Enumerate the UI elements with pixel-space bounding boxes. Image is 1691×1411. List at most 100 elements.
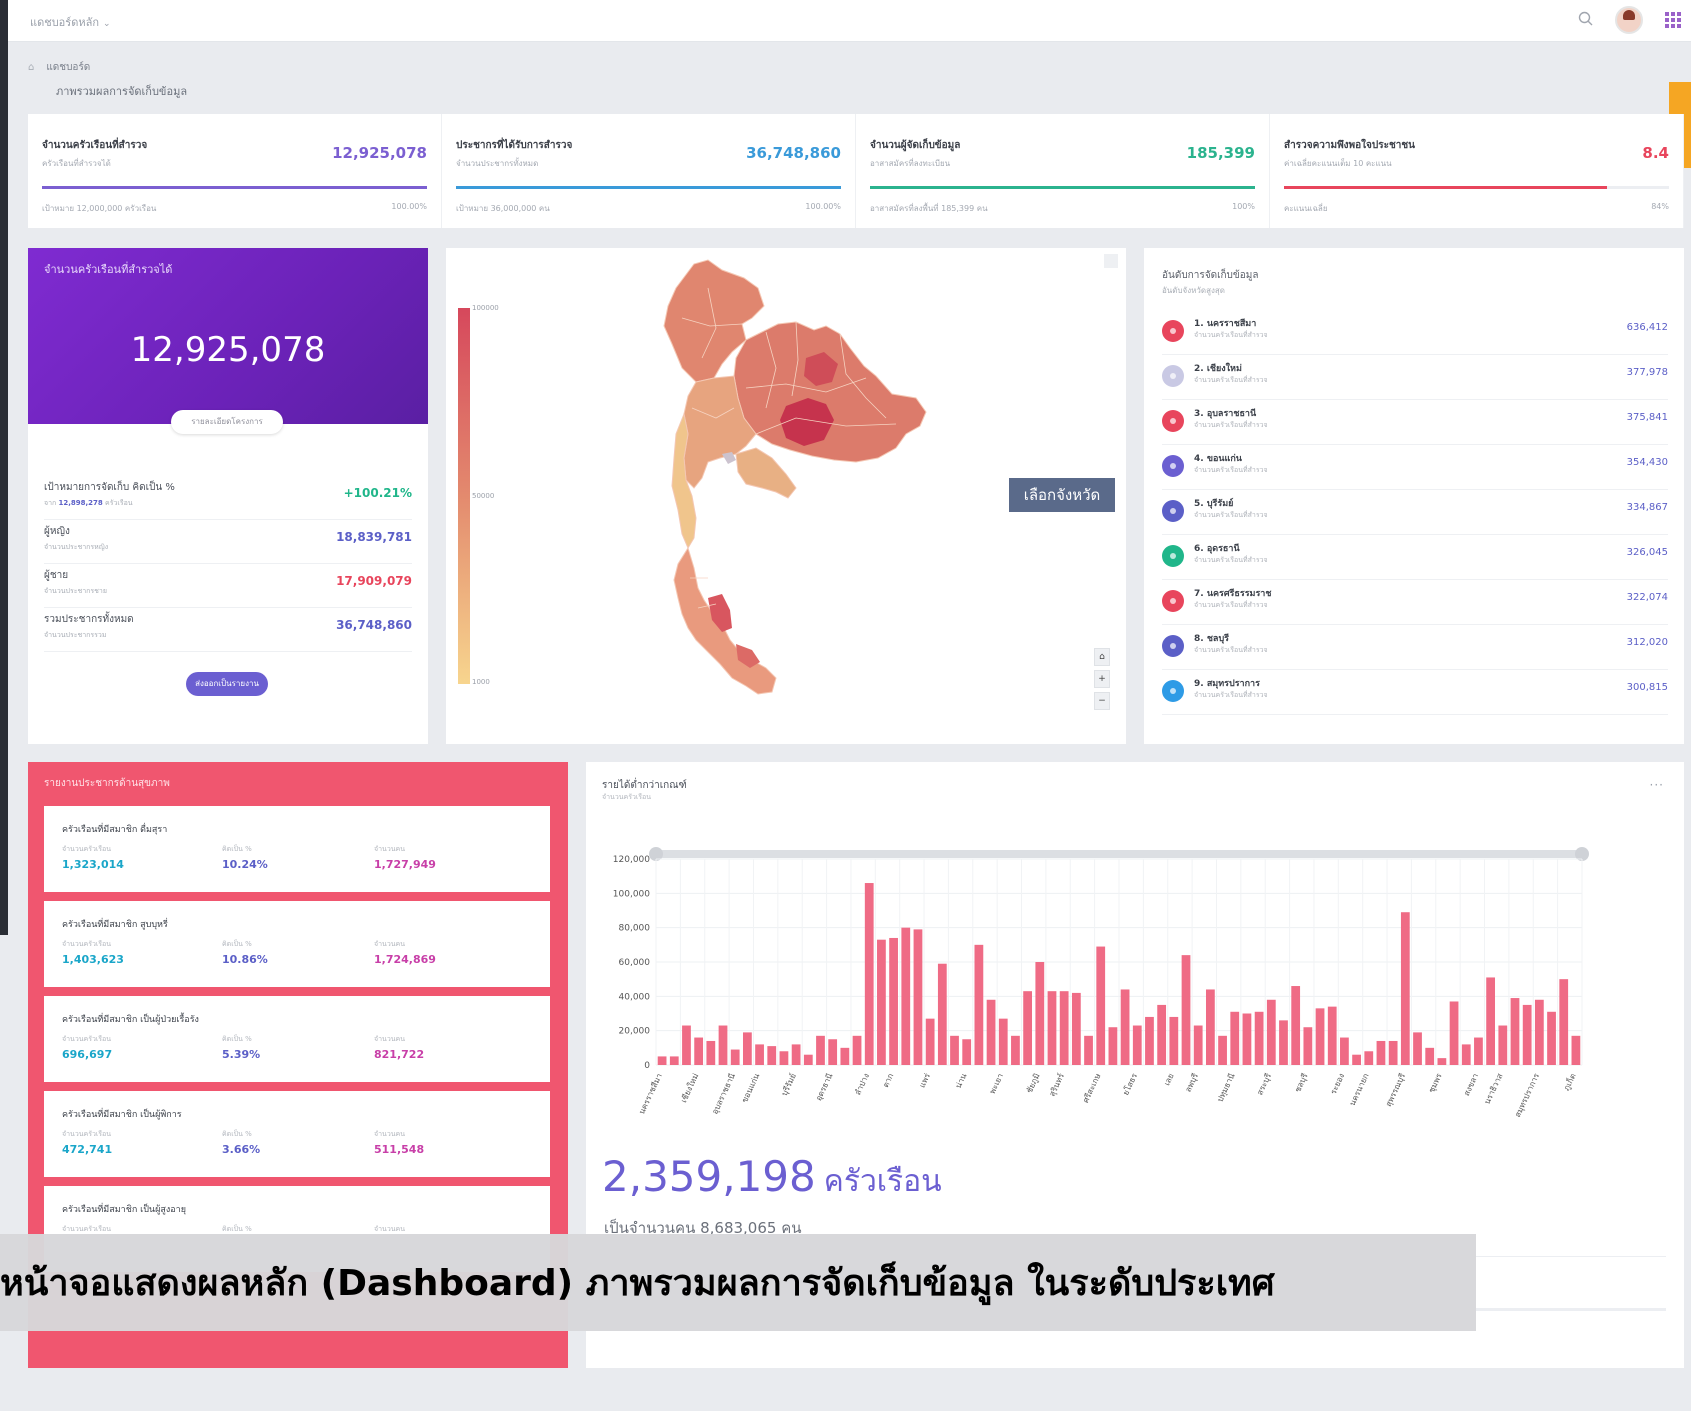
x-tick-label: พะเยา xyxy=(988,1072,1005,1095)
health-item[interactable]: ครัวเรือนที่มีสมาชิก เป็นผู้ป่วยเรื้อรัง… xyxy=(44,996,550,1082)
chart-bar xyxy=(1193,1025,1203,1065)
x-tick-label: นครนายก xyxy=(1348,1072,1371,1107)
stat-sub-suffix: ครัวเรือน xyxy=(105,499,133,507)
health-col-label: จำนวนครัวเรือน xyxy=(62,940,112,948)
x-tick-label: สุพรรณบุรี xyxy=(1384,1071,1407,1108)
chart-bar xyxy=(1474,1037,1483,1065)
zoom-in-button[interactable]: + xyxy=(1094,670,1110,688)
chart-bar xyxy=(755,1044,764,1065)
chart-bar xyxy=(657,1056,667,1065)
detail-button[interactable]: รายละเอียดโครงการ xyxy=(171,410,283,434)
ranking-item-name: 3. อุบลราชธานี xyxy=(1194,409,1257,419)
kpi-card[interactable]: ประชากรที่ได้รับการสำรวจ จำนวนประชากรทั้ง… xyxy=(442,114,856,228)
brand-menu[interactable]: แดชบอร์ดหลัก ⌄ xyxy=(30,13,111,31)
rank-marker-icon xyxy=(1162,500,1184,522)
chart-bar xyxy=(1437,1058,1447,1065)
search-icon[interactable] xyxy=(1577,10,1595,28)
chart-bar xyxy=(998,1018,1008,1065)
rank-marker-icon xyxy=(1162,590,1184,612)
chart-bar xyxy=(828,1039,838,1065)
x-tick-label: ชัยภูมิ xyxy=(1025,1072,1043,1095)
x-tick-label: อุบลราชธานี xyxy=(710,1072,737,1116)
x-tick-label: ลำปาง xyxy=(853,1072,871,1097)
x-tick-label: ตาก xyxy=(881,1072,895,1089)
apps-grid-icon[interactable] xyxy=(1665,12,1681,28)
ranking-item[interactable]: 6. อุดรธานี จำนวนครัวเรือนที่สำรวจ 326,045 xyxy=(1162,535,1668,580)
breadcrumb-label[interactable]: แดชบอร์ด xyxy=(46,62,90,73)
select-province-button[interactable]: เลือกจังหวัด xyxy=(1009,478,1115,512)
zoom-out-button[interactable]: − xyxy=(1094,692,1110,710)
ranking-item-value: 326,045 xyxy=(1626,547,1668,558)
x-tick-label: ชุมพร xyxy=(1427,1071,1444,1094)
kpi-card[interactable]: จำนวนครัวเรือนที่สำรวจ ครัวเรือนที่สำรวจไ… xyxy=(28,114,442,228)
ranking-item[interactable]: 9. สมุทรปราการ จำนวนครัวเรือนที่สำรวจ 300,… xyxy=(1162,670,1668,715)
ranking-item-sub: จำนวนครัวเรือนที่สำรวจ xyxy=(1194,646,1268,654)
rank-marker-icon xyxy=(1162,545,1184,567)
export-report-button[interactable]: ส่งออกเป็นรายงาน xyxy=(186,672,268,696)
income-total: 2,359,198 ครัวเรือน xyxy=(602,1152,942,1205)
ranking-item[interactable]: 7. นครศรีธรรมราช จำนวนครัวเรือนที่สำรวจ 32… xyxy=(1162,580,1668,625)
chart-bar xyxy=(1108,1027,1118,1065)
chart-bar xyxy=(1035,962,1045,1065)
ranking-item-name: 2. เชียงใหม่ xyxy=(1194,364,1242,374)
kpi-value: 36,748,860 xyxy=(746,144,841,162)
kpi-progress-bar xyxy=(42,186,427,189)
rank-marker-icon xyxy=(1162,410,1184,432)
ranking-item[interactable]: 5. บุรีรัมย์ จำนวนครัวเรือนที่สำรวจ 334,86… xyxy=(1162,490,1668,535)
chart-bar xyxy=(1413,1032,1422,1065)
ranking-item-sub: จำนวนครัวเรือนที่สำรวจ xyxy=(1194,421,1268,429)
chart-bar xyxy=(1084,1035,1093,1065)
rank-marker-icon xyxy=(1162,635,1184,657)
ranking-title: อันดับการจัดเก็บข้อมูล xyxy=(1162,270,1259,281)
ranking-item-value: 334,867 xyxy=(1626,502,1668,513)
chart-bar xyxy=(1071,992,1081,1065)
ranking-item[interactable]: 4. ขอนแก่น จำนวนครัวเรือนที่สำรวจ 354,430 xyxy=(1162,445,1668,490)
rank-marker-icon xyxy=(1162,365,1184,387)
stat-value: 18,839,781 xyxy=(336,530,412,544)
home-icon[interactable]: ⌂ xyxy=(28,62,34,73)
user-avatar[interactable] xyxy=(1615,6,1643,34)
chart-bar xyxy=(1132,1025,1142,1065)
y-tick-label: 60,000 xyxy=(619,958,651,968)
chart-bar xyxy=(1218,1035,1227,1065)
chart-bar xyxy=(779,1051,789,1065)
kpi-footer-percent: 100% xyxy=(1232,202,1255,211)
kpi-footer: 100.00% เป้าหมาย 36,000,000 คน xyxy=(456,202,841,215)
chart-bar xyxy=(1498,1025,1508,1065)
health-col-value: 1,323,014 xyxy=(62,858,124,871)
chart-bar xyxy=(974,944,984,1065)
x-tick-label: บุรีรัมย์ xyxy=(779,1072,798,1098)
chart-bar xyxy=(682,1025,691,1065)
chart-bar xyxy=(1449,1001,1459,1065)
chart-bar xyxy=(1303,1027,1313,1065)
health-item[interactable]: ครัวเรือนที่มีสมาชิก สูบบุหรี่จำนวนครัวเ… xyxy=(44,901,550,987)
chart-bar xyxy=(1547,1011,1556,1065)
ranking-item-value: 636,412 xyxy=(1626,322,1668,333)
ranking-item-name: 4. ขอนแก่น xyxy=(1194,454,1242,464)
kpi-card[interactable]: จำนวนผู้จัดเก็บข้อมูล อาสาสมัครที่ลงทะเบี… xyxy=(856,114,1270,228)
ranking-item[interactable]: 8. ชลบุรี จำนวนครัวเรือนที่สำรวจ 312,020 xyxy=(1162,625,1668,670)
chart-bar xyxy=(1023,991,1033,1065)
rank-marker-icon xyxy=(1162,680,1184,702)
stat-sub-prefix: จาก xyxy=(44,499,57,507)
ranking-item[interactable]: 3. อุบลราชธานีจำนวนครัวเรือนที่สำรวจ 375,… xyxy=(1162,400,1668,445)
chart-bar xyxy=(1340,1037,1349,1065)
health-item-title: ครัวเรือนที่มีสมาชิก สูบบุหรี่ xyxy=(62,920,168,930)
ranking-item[interactable]: 1. นครราชสีมา จำนวนครัวเรือนที่สำรวจ 636,4… xyxy=(1162,310,1668,355)
kpi-card[interactable]: สำรวจความพึงพอใจประชาชน ค่าเฉลี่ยคะแนนเต็… xyxy=(1270,114,1684,228)
health-item[interactable]: ครัวเรือนที่มีสมาชิก ดื่มสุรา จำนวนครัวเร… xyxy=(44,806,550,892)
chart-bar xyxy=(1169,1016,1179,1065)
rank-marker-icon xyxy=(1162,455,1184,477)
ranking-item[interactable]: 2. เชียงใหม่ จำนวนครัวเรือนที่สำรวจ 377,97… xyxy=(1162,355,1668,400)
health-col-value: 1,403,623 xyxy=(62,953,124,966)
health-col-value: 1,727,949 xyxy=(374,858,436,871)
top-bar: แดชบอร์ดหลัก ⌄ xyxy=(8,0,1691,42)
health-item[interactable]: ครัวเรือนที่มีสมาชิก เป็นผู้พิการ จำนวนคร… xyxy=(44,1091,550,1177)
chart-bar xyxy=(718,1025,728,1065)
caption-banner: หน้าจอแสดงผลหลัก (Dashboard) ภาพรวมผลการ… xyxy=(0,1234,1476,1331)
chart-bar xyxy=(1266,999,1276,1065)
stat-sub-prefix: จำนวนประชากรหญิง xyxy=(44,543,109,551)
zoom-home-button[interactable]: ⌂ xyxy=(1094,648,1110,666)
ranking-item-value: 375,841 xyxy=(1626,412,1668,423)
household-total: 12,925,078 xyxy=(130,330,326,370)
